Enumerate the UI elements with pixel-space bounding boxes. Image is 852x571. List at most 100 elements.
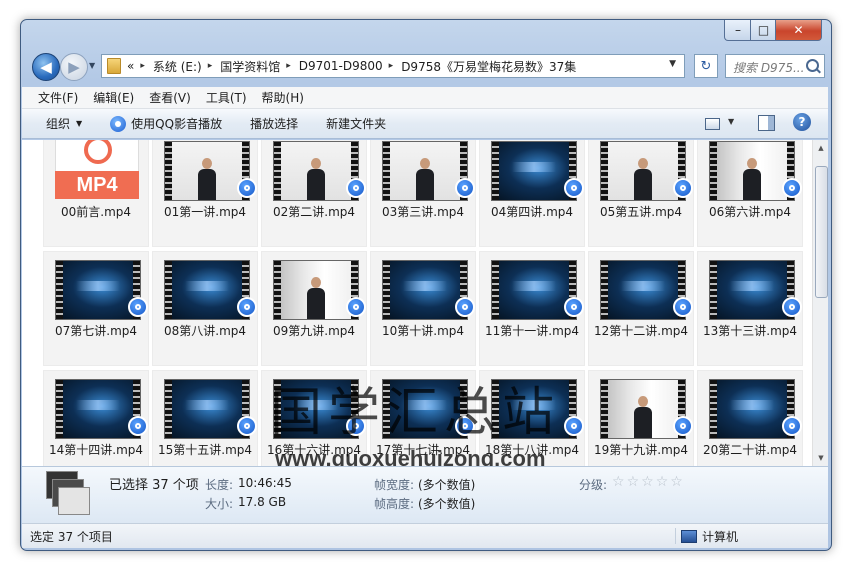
file-name: 13第十三讲.mp4 xyxy=(702,324,798,338)
breadcrumb-overflow[interactable]: « xyxy=(127,59,134,73)
file-item[interactable]: 07第七讲.mp4 xyxy=(43,251,149,366)
search-icon[interactable] xyxy=(806,59,819,72)
qq-player-badge-icon xyxy=(782,297,802,317)
explorer-window: – □ ✕ ◀ ▶ ▼ « ▸ 系统 (E:) ▸ 国学资料馆 ▸ D9701-… xyxy=(20,19,832,551)
file-item[interactable]: 15第十五讲.mp4 xyxy=(152,370,258,466)
watermark-text: 国学汇总站 xyxy=(270,383,561,443)
play-selection-button[interactable]: 播放选择 xyxy=(250,115,298,132)
breadcrumb-drive[interactable]: 系统 (E:) xyxy=(153,58,202,75)
recent-pages-dropdown-icon[interactable]: ▼ xyxy=(89,61,95,70)
scroll-up-icon[interactable]: ▲ xyxy=(813,140,828,156)
star-icon[interactable]: ☆ xyxy=(612,474,625,490)
file-item[interactable]: 14第十四讲.mp4 xyxy=(43,370,149,466)
frame-width-value[interactable]: (多个数值) xyxy=(418,476,475,493)
menu-view[interactable]: 查看(V) xyxy=(149,89,191,106)
qq-player-icon xyxy=(110,115,127,132)
star-icon[interactable]: ☆ xyxy=(627,474,640,490)
file-item[interactable]: 12第十二讲.mp4 xyxy=(588,251,694,366)
forward-button[interactable]: ▶ xyxy=(60,53,88,81)
search-placeholder[interactable]: 搜索 D975... xyxy=(733,59,804,76)
menu-edit[interactable]: 编辑(E) xyxy=(93,89,134,106)
frame-height-value[interactable]: (多个数值) xyxy=(418,495,475,512)
watermark-url: www.guoxuehuizong.com xyxy=(275,446,546,466)
file-name: 12第十二讲.mp4 xyxy=(593,324,689,338)
breadcrumb-separator[interactable]: ▸ xyxy=(389,61,394,71)
rating-stars[interactable]: ☆ ☆ ☆ ☆ ☆ xyxy=(612,474,685,490)
scrollbar-thumb[interactable] xyxy=(815,166,828,298)
file-item[interactable]: 09第九讲.mp4 xyxy=(261,251,367,366)
address-dropdown-icon[interactable]: ▼ xyxy=(669,59,676,69)
qq-player-badge-icon xyxy=(564,178,584,198)
mp4-file-icon: MP4 xyxy=(55,140,139,199)
size-value: 17.8 GB xyxy=(238,495,287,509)
minimize-button[interactable]: – xyxy=(724,20,752,41)
file-item[interactable]: 05第五讲.mp4 xyxy=(588,140,694,247)
frame-width-label: 帧宽度: xyxy=(374,478,415,492)
file-name: 10第十讲.mp4 xyxy=(381,324,465,338)
chevron-down-icon: ▼ xyxy=(76,119,83,128)
breadcrumb-separator[interactable]: ▸ xyxy=(140,61,145,71)
qq-player-badge-icon xyxy=(673,297,693,317)
file-name: 19第十九讲.mp4 xyxy=(593,443,689,457)
new-folder-button[interactable]: 新建文件夹 xyxy=(326,115,386,132)
file-name: 03第三讲.mp4 xyxy=(381,205,465,219)
qq-player-badge-icon xyxy=(782,416,802,436)
file-item[interactable]: 06第六讲.mp4 xyxy=(697,140,803,247)
qq-player-badge-icon xyxy=(564,297,584,317)
file-name: 11第十一讲.mp4 xyxy=(484,324,580,338)
preview-pane-icon[interactable] xyxy=(758,115,775,131)
breadcrumb-current[interactable]: D9758《万易堂梅花易数》37集 xyxy=(401,58,576,75)
refresh-button[interactable]: ↻ xyxy=(694,54,718,78)
status-location: 计算机 xyxy=(675,528,738,544)
file-item[interactable]: 11第十一讲.mp4 xyxy=(479,251,585,366)
selection-thumbnail xyxy=(46,471,90,515)
star-icon[interactable]: ☆ xyxy=(641,474,654,490)
file-item[interactable]: 01第一讲.mp4 xyxy=(152,140,258,247)
qq-player-badge-icon xyxy=(455,297,475,317)
file-item[interactable]: 03第三讲.mp4 xyxy=(370,140,476,247)
length-label: 长度: xyxy=(205,478,234,492)
file-item[interactable]: 20第二十讲.mp4 xyxy=(697,370,803,466)
breadcrumb-range[interactable]: D9701-D9800 xyxy=(299,59,383,73)
status-location-label: 计算机 xyxy=(702,529,739,544)
menu-file[interactable]: 文件(F) xyxy=(38,89,78,106)
back-button[interactable]: ◀ xyxy=(32,53,60,81)
star-icon[interactable]: ☆ xyxy=(656,474,669,490)
play-with-qq-button[interactable]: 使用QQ影音播放 xyxy=(110,115,222,132)
close-button[interactable]: ✕ xyxy=(775,20,822,41)
help-icon[interactable]: ? xyxy=(793,113,811,131)
file-item[interactable]: 10第十讲.mp4 xyxy=(370,251,476,366)
file-name: 00前言.mp4 xyxy=(60,205,132,219)
file-item[interactable]: 02第二讲.mp4 xyxy=(261,140,367,247)
breadcrumb-separator[interactable]: ▸ xyxy=(208,61,213,71)
qq-player-badge-icon xyxy=(673,178,693,198)
organize-button[interactable]: 组织 ▼ xyxy=(46,115,82,132)
qq-player-badge-icon xyxy=(346,297,366,317)
file-name: 06第六讲.mp4 xyxy=(708,205,792,219)
file-item[interactable]: MP4 00前言.mp4 xyxy=(43,140,149,247)
star-icon[interactable]: ☆ xyxy=(670,474,683,490)
file-item[interactable]: 04第四讲.mp4 xyxy=(479,140,585,247)
file-name: 04第四讲.mp4 xyxy=(490,205,574,219)
qq-player-badge-icon xyxy=(782,178,802,198)
file-item[interactable]: 19第十九讲.mp4 xyxy=(588,370,694,466)
file-item[interactable]: 13第十三讲.mp4 xyxy=(697,251,803,366)
selected-count: 已选择 37 个项 xyxy=(109,478,199,493)
address-bar[interactable]: « ▸ 系统 (E:) ▸ 国学资料馆 ▸ D9701-D9800 ▸ D975… xyxy=(101,54,685,78)
view-options-dropdown-icon[interactable]: ▼ xyxy=(728,117,734,126)
size-label: 大小: xyxy=(205,497,234,511)
scroll-down-icon[interactable]: ▼ xyxy=(813,450,828,466)
vertical-scrollbar[interactable]: ▲ ▼ xyxy=(812,140,828,466)
change-view-icon[interactable] xyxy=(705,118,720,130)
status-selection-text: 选定 37 个项目 xyxy=(30,530,113,544)
breadcrumb-separator[interactable]: ▸ xyxy=(286,61,291,71)
qq-player-badge-icon xyxy=(673,416,693,436)
search-box[interactable]: 搜索 D975... xyxy=(725,54,825,78)
file-item[interactable]: 08第八讲.mp4 xyxy=(152,251,258,366)
menu-help[interactable]: 帮助(H) xyxy=(262,89,304,106)
menu-tools[interactable]: 工具(T) xyxy=(206,89,247,106)
maximize-button[interactable]: □ xyxy=(750,20,777,41)
file-name: 20第二十讲.mp4 xyxy=(702,443,798,457)
breadcrumb-library[interactable]: 国学资料馆 xyxy=(220,58,280,75)
file-name: 01第一讲.mp4 xyxy=(163,205,247,219)
